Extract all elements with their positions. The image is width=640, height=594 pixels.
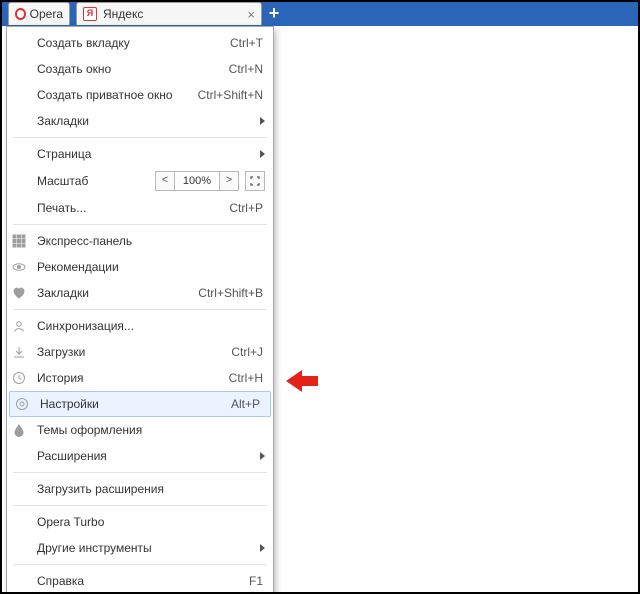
menu-label: Создать окно [31, 62, 111, 76]
menu-shortcut: Alt+P [231, 397, 270, 411]
zoom-out-button[interactable]: < [155, 171, 175, 191]
menu-history[interactable]: История Ctrl+H [7, 365, 273, 391]
menu-label: Создать приватное окно [31, 88, 173, 102]
menu-shortcut: Ctrl+Shift+B [198, 286, 273, 300]
tab-opera-menu[interactable]: Opera [8, 2, 70, 25]
menu-shortcut: Ctrl+P [229, 201, 273, 215]
eye-icon [7, 260, 31, 274]
menu-label: Opera Turbo [31, 515, 104, 529]
tab-yandex[interactable]: Я Яндекс × [76, 2, 262, 25]
menu-print[interactable]: Печать... Ctrl+P [7, 195, 273, 221]
menu-label: Темы оформления [31, 423, 142, 437]
submenu-arrow-icon [260, 150, 265, 158]
menu-settings[interactable]: Настройки Alt+P [9, 391, 271, 417]
menu-downloads[interactable]: Загрузки Ctrl+J [7, 339, 273, 365]
menu-shortcut: Ctrl+Shift+N [198, 88, 273, 102]
drop-icon [7, 423, 31, 437]
download-icon [7, 345, 31, 359]
menu-label: Страница [31, 147, 91, 161]
gear-icon [10, 397, 34, 411]
menu-label: Загрузить расширения [31, 482, 164, 496]
tab-yandex-label: Яндекс [103, 7, 143, 21]
zoom-label: Масштаб [37, 174, 88, 188]
menu-label: Расширения [31, 449, 107, 463]
yandex-icon: Я [83, 7, 97, 21]
menu-discover[interactable]: Рекомендации [7, 254, 273, 280]
menu-label: Печать... [31, 201, 86, 215]
callout-arrow-icon [286, 370, 318, 392]
menu-label: Синхронизация... [31, 319, 134, 333]
opera-icon [15, 8, 26, 20]
menu-label: Экспресс-панель [31, 234, 132, 248]
user-icon [7, 319, 31, 333]
close-icon[interactable]: × [247, 7, 255, 22]
menu-label: Загрузки [31, 345, 85, 359]
zoom-in-button[interactable]: > [219, 171, 239, 191]
new-tab-button[interactable]: + [264, 4, 284, 24]
menu-bookmarks-submenu[interactable]: Закладки [7, 108, 273, 134]
menu-label: Другие инструменты [31, 541, 152, 555]
submenu-arrow-icon [260, 544, 265, 552]
menu-bookmarks[interactable]: Закладки Ctrl+Shift+B [7, 280, 273, 306]
menu-help[interactable]: Справка F1 [7, 568, 273, 594]
menu-other-tools-submenu[interactable]: Другие инструменты [7, 535, 273, 561]
menu-shortcut: Ctrl+H [229, 371, 273, 385]
menu-label: Настройки [34, 397, 99, 411]
menu-zoom: Масштаб < 100% > [7, 167, 273, 195]
menu-shortcut: F1 [249, 574, 273, 588]
menu-label: История [31, 371, 84, 385]
heart-icon [7, 286, 31, 300]
menu-speed-dial[interactable]: Экспресс-панель [7, 228, 273, 254]
clock-icon [7, 371, 31, 385]
menu-label: Закладки [31, 114, 89, 128]
menu-label: Рекомендации [31, 260, 119, 274]
menu-separator [13, 505, 267, 506]
menu-opera-turbo[interactable]: Opera Turbo [7, 509, 273, 535]
opera-main-menu: Создать вкладку Ctrl+T Создать окно Ctrl… [6, 26, 274, 594]
menu-separator [13, 564, 267, 565]
fullscreen-icon [250, 176, 260, 186]
menu-shortcut: Ctrl+N [229, 62, 273, 76]
menu-shortcut: Ctrl+J [231, 345, 273, 359]
menu-separator [13, 472, 267, 473]
tab-opera-label: Opera [30, 7, 63, 21]
menu-separator [13, 137, 267, 138]
menu-label: Закладки [31, 286, 89, 300]
menu-get-extensions[interactable]: Загрузить расширения [7, 476, 273, 502]
menu-label: Создать вкладку [31, 36, 130, 50]
tab-strip: Opera Я Яндекс × + [2, 2, 638, 26]
menu-separator [13, 309, 267, 310]
submenu-arrow-icon [260, 117, 265, 125]
menu-separator [13, 224, 267, 225]
menu-extensions-submenu[interactable]: Расширения [7, 443, 273, 469]
menu-page-submenu[interactable]: Страница [7, 141, 273, 167]
zoom-value: 100% [175, 171, 219, 191]
menu-new-private-window[interactable]: Создать приватное окно Ctrl+Shift+N [7, 82, 273, 108]
menu-shortcut: Ctrl+T [230, 36, 273, 50]
menu-label: Справка [31, 574, 84, 588]
submenu-arrow-icon [260, 452, 265, 460]
menu-new-window[interactable]: Создать окно Ctrl+N [7, 56, 273, 82]
fullscreen-button[interactable] [245, 171, 265, 191]
grid-icon [7, 234, 31, 248]
menu-sync[interactable]: Синхронизация... [7, 313, 273, 339]
menu-new-tab[interactable]: Создать вкладку Ctrl+T [7, 30, 273, 56]
menu-themes[interactable]: Темы оформления [7, 417, 273, 443]
